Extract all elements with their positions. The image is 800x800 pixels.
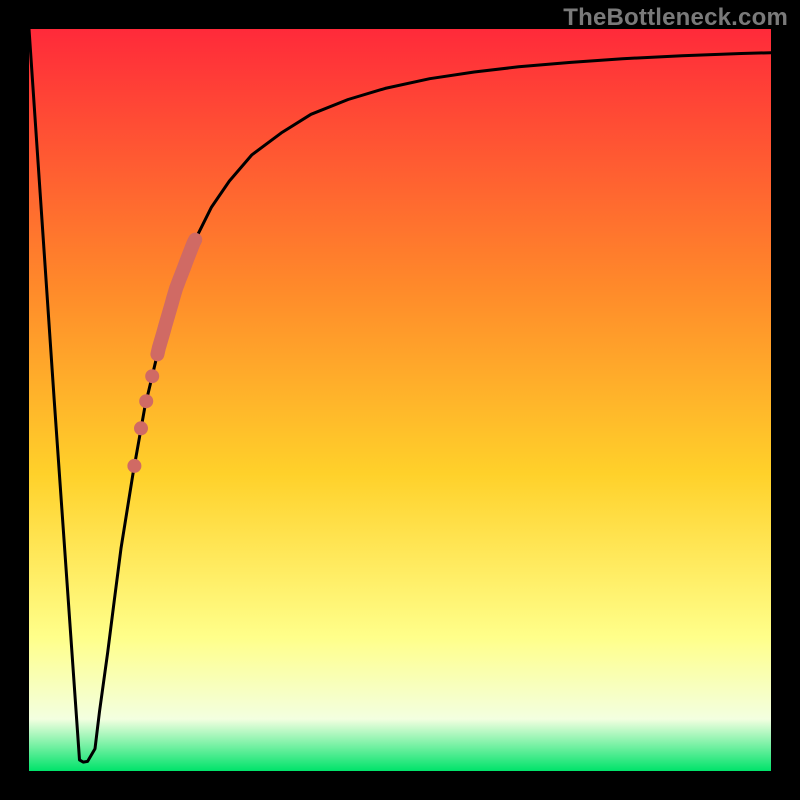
chart-frame: { "watermark": "TheBottleneck.com", "col… xyxy=(0,0,800,800)
highlight-dot xyxy=(134,421,148,435)
bottleneck-chart xyxy=(0,0,800,800)
highlight-dot xyxy=(127,459,141,473)
watermark-text: TheBottleneck.com xyxy=(563,4,788,32)
highlight-dot xyxy=(139,394,153,408)
highlight-dot xyxy=(145,369,159,383)
